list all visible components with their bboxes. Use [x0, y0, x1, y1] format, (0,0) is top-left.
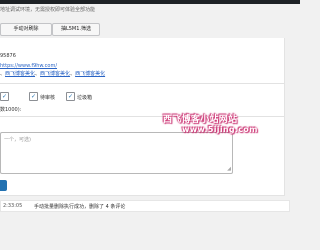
notice-text: 地址调试环境，无需授权即可体验全部功能 — [0, 7, 96, 13]
pending-checkbox[interactable]: ✓ — [0, 92, 9, 101]
blog-link-2[interactable]: 西飞博客美化 — [40, 71, 70, 77]
admin-top-bar — [0, 0, 300, 4]
manual-delete-button[interactable]: 手动对刷除 — [0, 23, 52, 36]
settings-panel: 95876 https://www.f9hw.com/ 、西飞博客美化、西飞博客… — [0, 38, 285, 196]
divider — [0, 83, 284, 84]
spam-checkbox[interactable]: ✓ — [66, 92, 75, 101]
id-value: 95876 — [0, 53, 16, 59]
watermark-url: www.5ijing.com — [182, 125, 258, 134]
watermark-title: 西飞博客小站网站 — [163, 115, 238, 125]
comment-textarea[interactable]: 一个，可选) ◢ — [0, 132, 233, 174]
limit-label: 数1000): — [0, 107, 22, 113]
textarea-placeholder: 一个，可选) — [4, 137, 31, 143]
log-message: 手动批量删除执行成功，删除了 4 条评论 — [34, 204, 126, 210]
divider — [0, 116, 284, 117]
log-row: 2:33:05 手动批量删除执行成功，删除了 4 条评论 — [0, 200, 290, 212]
filter-button[interactable]: 抽L5M1.筛选 — [52, 23, 100, 36]
pending-option-label: 待审核 — [40, 95, 56, 101]
link-list: 、西飞博客美化、西飞博客美化、西飞博客美化 — [0, 70, 105, 77]
review-checkbox[interactable]: ✓ — [29, 92, 38, 101]
log-time: 2:33:05 — [3, 203, 23, 209]
blog-link-1[interactable]: 西飞博客美化 — [5, 71, 35, 77]
blog-link-3[interactable]: 西飞博客美化 — [75, 71, 105, 77]
submit-button[interactable] — [0, 180, 7, 191]
site-url-link[interactable]: https://www.f9hw.com/ — [0, 63, 57, 69]
spam-option-label: 垃圾箱 — [77, 95, 93, 101]
resize-grip-icon[interactable]: ◢ — [227, 167, 231, 172]
